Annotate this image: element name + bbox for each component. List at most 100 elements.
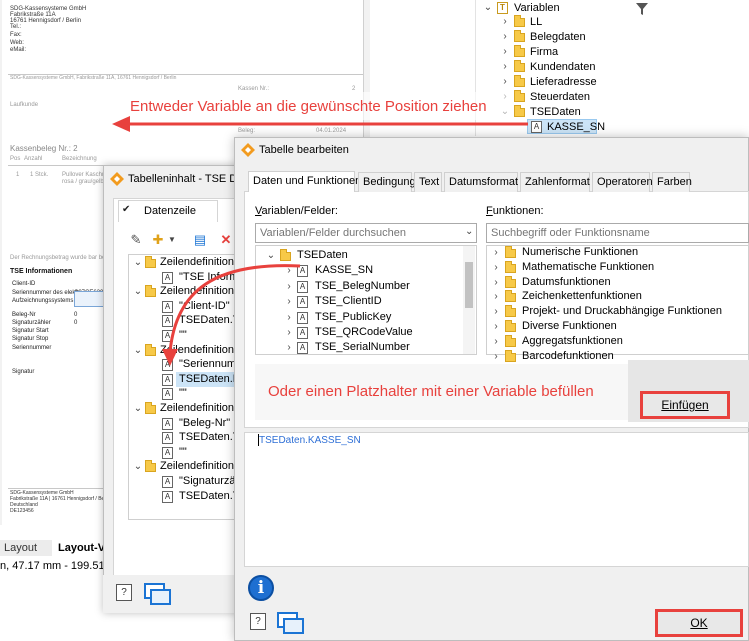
chevron-right-icon[interactable]: › — [500, 29, 510, 45]
divider — [8, 165, 108, 166]
chevron-right-icon[interactable]: › — [491, 319, 501, 334]
tree-item-label: Barcodefunktionen — [522, 349, 614, 362]
chevron-right-icon[interactable]: › — [500, 44, 510, 60]
folder-icon — [514, 75, 525, 87]
text-field-icon: A — [162, 446, 173, 459]
functions-search-input[interactable] — [486, 223, 749, 243]
chevron-down-icon[interactable]: ⌄ — [133, 343, 143, 358]
divider — [8, 488, 108, 489]
variables-search-input[interactable] — [255, 223, 477, 243]
text-field-icon: A — [162, 315, 173, 328]
app-logo-icon — [110, 172, 124, 186]
tab-daten-und-funktionen[interactable]: Daten und Funktionen — [248, 171, 361, 192]
chevron-right-icon[interactable]: › — [491, 334, 501, 349]
tse-row-value: 0 — [74, 320, 78, 326]
chevron-right-icon[interactable]: › — [491, 260, 501, 275]
tree-item-label: TSE_ClientID — [315, 295, 382, 308]
insert-button[interactable]: Einfügen — [640, 391, 730, 419]
text-field-icon: A — [162, 476, 173, 488]
chevron-right-icon[interactable]: › — [284, 310, 294, 325]
chevron-right-icon[interactable]: › — [284, 263, 294, 278]
tab-farben[interactable]: Farben — [652, 172, 692, 192]
tree-item-label: "Beleg-Nr" — [179, 416, 231, 429]
tree-item-label: "" — [179, 329, 187, 341]
tree-item-label: KASSE_SN — [315, 264, 374, 277]
chevron-down-icon[interactable]: ⌄ — [465, 226, 473, 237]
properties-icon[interactable]: ▤ — [192, 232, 208, 248]
chevron-down-icon[interactable]: ⌄ — [133, 459, 143, 474]
chevron-down-icon[interactable]: ⌄ — [133, 401, 143, 416]
annotation-drag: Entweder Variable an die gewünschte Posi… — [130, 98, 487, 115]
tab-datumsformat[interactable]: Datumsformat — [444, 172, 518, 192]
info-icon[interactable]: i — [248, 575, 274, 601]
ok-button-label: OK — [690, 616, 708, 630]
footer-line: DE123456 — [10, 508, 34, 514]
chevron-right-icon[interactable]: › — [491, 349, 501, 364]
chevron-right-icon[interactable]: › — [500, 74, 510, 90]
tree-toolbar: ✎ ✚ ▼ ▤ ✕ — [128, 232, 243, 252]
wand-icon[interactable]: ✎ — [128, 232, 144, 248]
chevron-down-icon[interactable]: ⌄ — [133, 284, 143, 299]
window-layout-icon[interactable] — [144, 583, 171, 605]
variable-root-icon: T — [497, 2, 508, 14]
tree-item-label: TSE_QRCodeValue — [315, 326, 413, 338]
chevron-down-icon[interactable]: ⌄ — [133, 255, 143, 270]
tab-zahlenformat[interactable]: Zahlenformat — [520, 172, 590, 192]
folder-icon — [514, 30, 525, 42]
folder-icon — [145, 460, 156, 473]
chevron-right-icon[interactable]: › — [284, 279, 294, 294]
row-anzahl: 1 Stck. — [30, 172, 49, 178]
formula-text[interactable]: TSEDaten.KASSE_SN — [259, 435, 361, 446]
text-field-icon: A — [162, 271, 173, 284]
window-layout-icon[interactable] — [277, 612, 304, 634]
chevron-down-icon[interactable]: ⌄ — [266, 248, 276, 263]
variable-icon: A — [297, 342, 308, 355]
formula-editor[interactable] — [244, 432, 749, 567]
company-tel: Tel.: — [10, 24, 22, 30]
tree-item-label: Firma — [530, 46, 559, 58]
ok-button[interactable]: OK — [655, 609, 743, 637]
tree-item-label: Projekt- und Druckabhängige Funktionen — [522, 305, 722, 318]
chevron-right-icon[interactable]: › — [284, 340, 294, 355]
folder-icon — [514, 45, 525, 57]
chevron-down-icon[interactable]: ▼ — [164, 232, 180, 248]
customer-field: Laufkunde — [10, 102, 39, 108]
delete-icon[interactable]: ✕ — [218, 232, 234, 248]
tab-text[interactable]: Text — [414, 172, 442, 192]
beleg-label: Beleg: — [238, 128, 256, 134]
tab-bedingung[interactable]: Bedingung — [358, 172, 416, 192]
tab-layout[interactable]: Layout — [0, 540, 52, 556]
text-field-icon: A — [162, 373, 173, 386]
tse-heading: TSE Informationen — [10, 268, 73, 275]
chevron-right-icon[interactable]: › — [500, 59, 510, 75]
variable-icon: A — [297, 265, 308, 278]
text-field-icon: A — [162, 490, 173, 503]
filter-icon[interactable] — [636, 3, 648, 15]
tree-item-label: Zeilendefinition — [160, 402, 234, 414]
variable-icon: A — [297, 296, 308, 309]
chevron-right-icon[interactable]: › — [491, 304, 501, 319]
tab-operatoren[interactable]: Operatoren — [592, 172, 653, 192]
dialog-title: Tabelle bearbeiten — [259, 144, 349, 156]
receipt-heading: Kassenbeleg Nr.: 2 — [10, 144, 78, 153]
text-field-icon: A — [162, 330, 173, 342]
folder-icon — [505, 305, 516, 318]
tree-item-label: Zeilendefinition — [160, 285, 234, 298]
chevron-right-icon[interactable]: › — [491, 289, 501, 304]
chevron-right-icon[interactable]: › — [284, 294, 294, 309]
chevron-right-icon[interactable]: › — [284, 325, 294, 340]
chevron-right-icon[interactable]: › — [491, 275, 501, 290]
scrollbar-thumb[interactable] — [465, 262, 473, 308]
folder-icon — [505, 246, 516, 258]
chevron-right-icon[interactable]: › — [491, 245, 501, 260]
tree-item-label: Zeilendefinition — [160, 343, 234, 356]
tse-row-label: Signaturzähler — [12, 320, 51, 326]
col-bezeichnung: Bezeichnung — [62, 156, 97, 162]
col-pos: Pos — [10, 156, 21, 162]
chevron-down-icon[interactable]: ⌄ — [483, 0, 493, 16]
help-icon[interactable]: ? — [250, 613, 266, 630]
tree-item-label: Lieferadresse — [530, 76, 597, 88]
tree-item-label: Belegdaten — [530, 31, 586, 43]
chevron-right-icon[interactable]: › — [500, 14, 510, 30]
help-icon[interactable]: ? — [116, 584, 132, 601]
